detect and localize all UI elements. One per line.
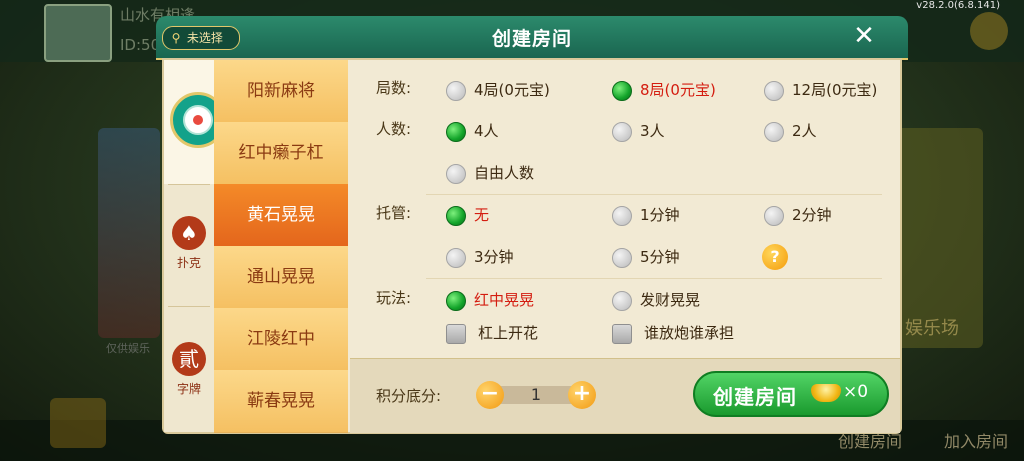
radio-selected-icon: [446, 205, 466, 226]
category-divider: [168, 184, 210, 185]
ingot-icon: [811, 384, 841, 402]
trustee-label: 托管:: [376, 204, 412, 222]
radio-icon: [612, 247, 632, 268]
create-room-label: 创建房间: [713, 385, 797, 409]
game-item-tongshan[interactable]: 通山晃晃: [214, 246, 348, 309]
category-tab-zipai[interactable]: 貳 字牌: [164, 342, 214, 397]
lobby-right-caption: 娱乐场: [905, 318, 959, 339]
gear-icon: [970, 12, 1008, 50]
dialog-titlebar: ⚲ 未选择 创建房间 ✕: [156, 16, 908, 60]
trustee-option-5min[interactable]: 5分钟: [612, 244, 680, 270]
score-label: 积分底分:: [376, 387, 442, 405]
game-item-qichun[interactable]: 蕲春晃晃: [214, 370, 348, 433]
radio-icon: [764, 205, 784, 226]
category-divider: [168, 306, 210, 307]
game-item-huangshi[interactable]: 黄石晃晃: [214, 184, 348, 247]
trustee-option-2min[interactable]: 2分钟: [764, 202, 832, 228]
category-label-poker: 扑克: [176, 256, 201, 270]
help-icon[interactable]: ?: [762, 244, 788, 270]
create-room-button[interactable]: 创建房间 ×0: [693, 371, 889, 417]
category-tab-poker[interactable]: ♠ 扑克: [164, 216, 214, 271]
radio-selected-icon: [612, 80, 632, 101]
rounds-option-12[interactable]: 12局(0元宝): [764, 77, 877, 103]
minus-icon[interactable]: −: [476, 381, 504, 409]
version-label: v28.2.0(6.8.141): [916, 0, 1000, 11]
game-item-jiangling[interactable]: 江陵红中: [214, 308, 348, 371]
zipai-icon: 貳: [172, 342, 206, 376]
rounds-option-4[interactable]: 4局(0元宝): [446, 77, 550, 103]
radio-icon: [764, 80, 784, 101]
lobby-game-cards: [98, 128, 160, 338]
checkbox-icon: [612, 323, 632, 344]
rounds-label: 局数:: [376, 79, 412, 97]
trustee-option-none[interactable]: 无: [446, 202, 489, 228]
players-option-4[interactable]: 4人: [446, 118, 499, 144]
game-item-yangxin[interactable]: 阳新麻将: [214, 60, 348, 123]
radio-selected-icon: [446, 290, 466, 311]
players-label: 人数:: [376, 120, 412, 138]
lobby-join-room-button: 加入房间: [944, 432, 1009, 451]
radio-icon: [446, 80, 466, 101]
rounds-option-8[interactable]: 8局(0元宝): [612, 77, 716, 103]
user-id: ID:50: [120, 36, 161, 54]
radio-selected-icon: [446, 121, 466, 142]
close-button[interactable]: ✕: [850, 22, 878, 50]
radio-icon: [764, 121, 784, 142]
players-option-2[interactable]: 2人: [764, 118, 817, 144]
row-divider: [426, 278, 882, 279]
create-room-dialog: ⚲ 未选择 创建房间 ✕ ♠ 扑克 貳 字牌 阳新麻将 红中癞子杠 黄石晃晃 通…: [156, 16, 908, 436]
cart-icon: [50, 398, 106, 448]
dialog-title: 创建房间: [491, 28, 572, 50]
lobby-left-caption: 仅供娱乐: [106, 342, 150, 355]
dialog-footer: 积分底分: 1 − + 创建房间 ×0: [350, 358, 900, 433]
trustee-option-3min[interactable]: 3分钟: [446, 244, 514, 270]
play-option-hongzhong[interactable]: 红中晃晃: [446, 287, 534, 313]
cost-label: ×0: [843, 382, 869, 402]
game-item-hongzhong-laizi[interactable]: 红中癞子杠: [214, 122, 348, 185]
radio-icon: [612, 290, 632, 311]
trustee-option-1min[interactable]: 1分钟: [612, 202, 680, 228]
score-stepper: 1 − +: [476, 381, 596, 409]
radio-icon: [612, 205, 632, 226]
category-label-zipai: 字牌: [176, 382, 201, 396]
row-divider: [426, 194, 882, 195]
gangshang-kaihua-checkbox[interactable]: 杠上开花: [446, 320, 538, 346]
checkbox-icon: [446, 323, 466, 344]
radio-icon: [612, 121, 632, 142]
players-option-3[interactable]: 3人: [612, 118, 665, 144]
avatar: [44, 4, 112, 62]
play-label: 玩法:: [376, 289, 412, 307]
plus-icon[interactable]: +: [568, 381, 596, 409]
dialog-body: ♠ 扑克 貳 字牌 阳新麻将 红中癞子杠 黄石晃晃 通山晃晃 江陵红中 蕲春晃晃…: [162, 58, 902, 434]
play-option-facai[interactable]: 发财晃晃: [612, 287, 700, 313]
fangpao-chengdan-checkbox[interactable]: 谁放炮谁承担: [612, 320, 734, 346]
radio-icon: [446, 247, 466, 268]
radio-icon: [446, 163, 466, 184]
options-panel: 局数: 4局(0元宝) 8局(0元宝) 12局(0元宝) 人数: 4人 3人 2…: [350, 60, 900, 360]
players-option-free[interactable]: 自由人数: [446, 160, 534, 186]
spade-icon: ♠: [172, 216, 206, 250]
game-list: 阳新麻将 红中癞子杠 黄石晃晃 通山晃晃 江陵红中 蕲春晃晃: [214, 60, 348, 433]
